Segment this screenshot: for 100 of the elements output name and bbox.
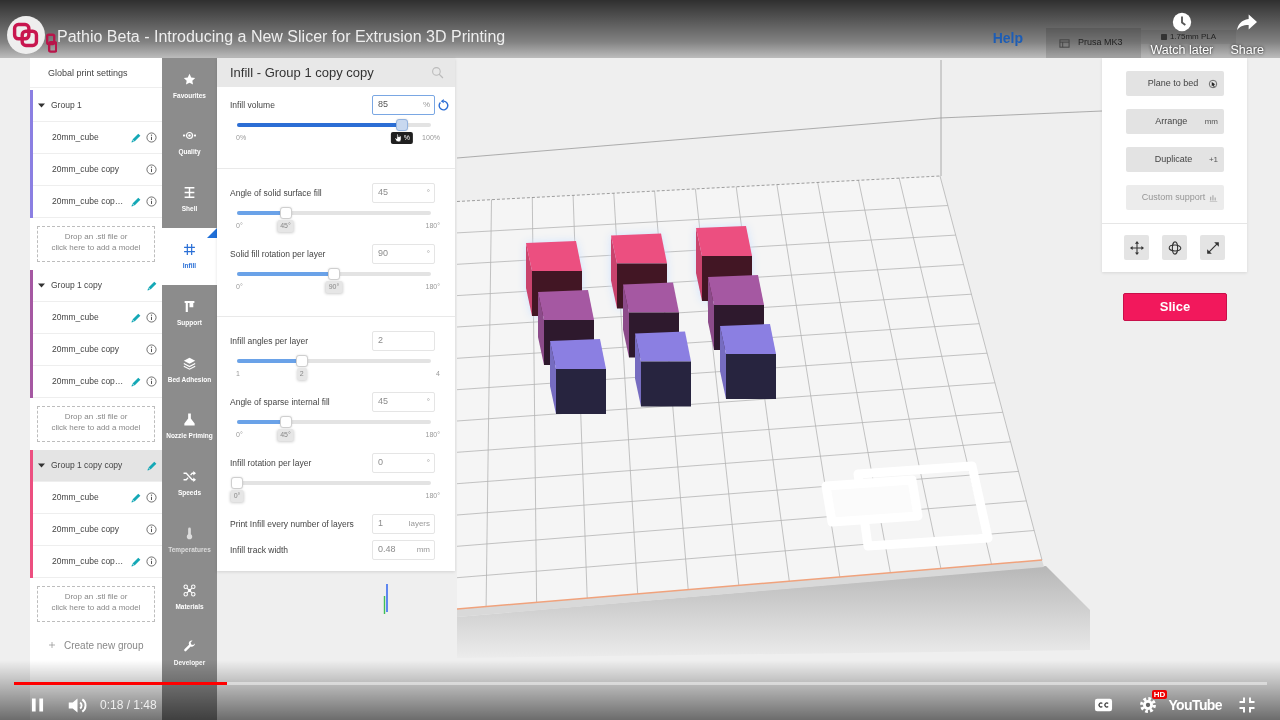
cube-model[interactable]	[550, 339, 606, 414]
group-name: Group 1 copy	[51, 279, 104, 292]
reset-icon[interactable]	[437, 98, 450, 112]
grid-icon	[183, 242, 196, 256]
pause-icon[interactable]	[31, 697, 44, 713]
slider-thumb[interactable]	[295, 355, 308, 367]
time-display: 0:18 / 1:48	[100, 697, 157, 714]
file-dropzone[interactable]: Drop an .stl file or click here to add a model	[37, 586, 155, 622]
file-dropzone[interactable]: Drop an .stl file or click here to add a model	[37, 226, 155, 262]
settings-icon[interactable]	[1138, 695, 1159, 715]
model-name: 20mm_cube copy	[52, 163, 121, 176]
share-icon[interactable]	[1237, 12, 1257, 32]
info-icon[interactable]	[146, 376, 157, 387]
group-name: Group 1 copy copy	[51, 459, 124, 472]
slider-thumb[interactable]	[328, 268, 340, 280]
support-icon	[183, 299, 196, 313]
printer-tab[interactable]: Prusa MK3	[1046, 28, 1141, 58]
bars-icon	[1209, 193, 1218, 202]
setting-label: Infill rotation per layer	[230, 456, 313, 470]
slider-thumb[interactable]	[279, 416, 292, 428]
pencil-icon[interactable]	[131, 132, 141, 143]
pencil-icon[interactable]	[131, 556, 141, 567]
app-logo-icon	[46, 33, 57, 53]
info-icon[interactable]	[146, 556, 157, 567]
move-button[interactable]	[1124, 235, 1149, 260]
info-icon[interactable]	[146, 132, 157, 143]
flask-icon	[183, 413, 196, 427]
fullscreen-exit-icon[interactable]	[1238, 696, 1256, 714]
clock-icon[interactable]	[1172, 12, 1192, 32]
setting-label: Print Infill every number of layers	[230, 517, 355, 531]
caret-down-icon[interactable]	[38, 102, 45, 109]
bed-emblem-icon	[821, 461, 993, 551]
info-icon[interactable]	[146, 524, 157, 535]
material-tab[interactable]: 1.75mm PLA	[1141, 30, 1236, 44]
setting-label: Angle of solid surface fill	[230, 186, 323, 200]
slider-thumb[interactable]	[231, 477, 243, 489]
model-name: 20mm_cube cop…	[52, 375, 125, 388]
setting-label: Infill volume	[230, 98, 276, 112]
slider-thumb[interactable]	[279, 207, 292, 219]
group-name: Group 1	[51, 99, 83, 112]
number-field[interactable]: 1 layers	[372, 514, 435, 534]
plus-icon	[48, 641, 56, 649]
model-name: 20mm_cube cop…	[52, 555, 125, 568]
stack-icon	[183, 356, 196, 370]
setting-label: Infill angles per layer	[230, 334, 309, 348]
slider-thumb[interactable]	[395, 119, 408, 131]
move-icon	[1129, 240, 1144, 255]
setting-label: Solid fill rotation per layer	[230, 247, 327, 261]
diagonal-arrows-icon	[1205, 240, 1220, 255]
caret-down-icon[interactable]	[38, 282, 45, 289]
watch-later-link[interactable]: Watch later	[1150, 43, 1214, 57]
hand-cursor-icon	[393, 133, 403, 143]
layer-lines-icon	[183, 186, 196, 200]
info-icon[interactable]	[146, 492, 157, 503]
number-field[interactable]: 2	[372, 331, 435, 351]
panel-title: Infill - Group 1 copy copy	[230, 63, 374, 82]
number-field[interactable]: 45 °	[372, 183, 435, 203]
info-icon[interactable]	[146, 344, 157, 355]
video-title[interactable]: Pathio Beta - Introducing a New Slicer for Extrusion 3D Printing	[57, 25, 506, 49]
shuffle-icon	[183, 470, 196, 484]
caret-down-icon[interactable]	[38, 462, 45, 469]
logo-wordmark[interactable]: YouTube	[1168, 694, 1222, 716]
channel-avatar-icon[interactable]	[7, 16, 45, 54]
action-button[interactable]: Plane to bed	[1126, 71, 1224, 96]
cube-model[interactable]	[720, 324, 776, 399]
group-header[interactable]: Group 1 copy copy	[33, 450, 162, 482]
window-icon	[1058, 37, 1071, 49]
rotate-button[interactable]	[1162, 235, 1187, 260]
pencil-icon[interactable]	[131, 312, 141, 323]
wrench-icon	[183, 640, 196, 654]
action-button[interactable]: Duplicate +1	[1126, 147, 1224, 172]
cube-model[interactable]	[635, 331, 691, 407]
model-name: 20mm_cube copy	[52, 523, 121, 536]
model-name: 20mm_cube cop…	[52, 195, 125, 208]
info-icon[interactable]	[146, 164, 157, 175]
setting-label: Angle of sparse internal fill	[230, 395, 331, 409]
action-button[interactable]: Arrange mm	[1126, 109, 1224, 134]
pencil-icon[interactable]	[131, 376, 141, 387]
orbit-icon	[1167, 240, 1182, 255]
info-icon[interactable]	[146, 196, 157, 207]
pencil-icon[interactable]	[131, 196, 141, 207]
model-name: 20mm_cube	[52, 131, 100, 144]
number-field[interactable]: 85 %	[372, 95, 435, 115]
setting-label: Infill track width	[230, 543, 290, 557]
star-icon	[183, 72, 196, 86]
file-dropzone[interactable]: Drop an .stl file or click here to add a model	[37, 406, 155, 442]
scale-button[interactable]	[1200, 235, 1225, 260]
axis-icon	[383, 583, 388, 615]
number-field[interactable]: 0 °	[372, 453, 435, 473]
cursor-ring-icon	[1208, 78, 1218, 89]
info-icon[interactable]	[146, 312, 157, 323]
pencil-icon[interactable]	[147, 280, 157, 291]
number-field[interactable]: 45 °	[372, 392, 435, 412]
model-name: 20mm_cube copy	[52, 343, 121, 356]
slice-button[interactable]: Slice	[1123, 293, 1227, 321]
number-field[interactable]: 90 °	[372, 244, 435, 264]
create-group-button[interactable]: Create new group	[30, 630, 144, 660]
share-link[interactable]: Share	[1230, 43, 1264, 57]
pencil-icon[interactable]	[131, 492, 141, 503]
number-field[interactable]: 0.48 mm	[372, 540, 435, 560]
